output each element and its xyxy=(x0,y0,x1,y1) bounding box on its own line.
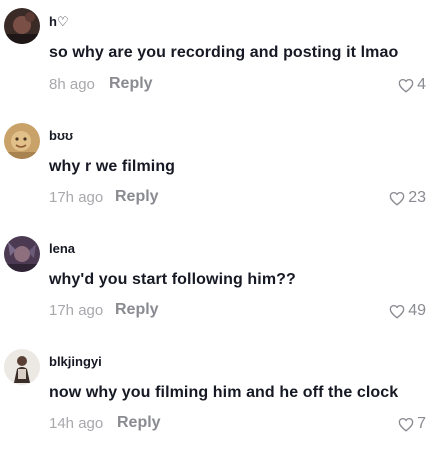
reply-button[interactable]: Reply xyxy=(115,188,159,206)
comment-item: h♡ so why are you recording and posting … xyxy=(0,0,436,112)
comment-item: blkjingyi now why you filming him and he… xyxy=(0,339,436,451)
comment-timestamp: 14h ago xyxy=(49,415,104,432)
like-count: 23 xyxy=(408,189,426,206)
username[interactable]: h♡ xyxy=(49,14,69,30)
heart-outline-icon xyxy=(389,304,405,319)
user-avatar[interactable] xyxy=(4,123,40,159)
comment-text: why r we filming xyxy=(49,158,176,175)
user-avatar-tan-icon xyxy=(4,123,40,159)
heart-outline-icon xyxy=(398,78,414,93)
comment-text: why'd you start following him?? xyxy=(49,271,296,288)
username[interactable]: bʊʊ xyxy=(49,128,73,143)
reply-button[interactable]: Reply xyxy=(115,301,159,319)
user-avatar-light-icon xyxy=(4,349,40,385)
username[interactable]: lena xyxy=(49,241,75,256)
comment-text: so why are you recording and posting it … xyxy=(49,44,399,61)
like-button[interactable]: 23 xyxy=(389,189,426,207)
like-button[interactable]: 7 xyxy=(398,415,426,433)
like-count: 4 xyxy=(417,76,426,93)
heart-outline-icon xyxy=(398,417,414,432)
comment-item: lena why'd you start following him?? 17h… xyxy=(0,226,436,338)
like-button[interactable]: 49 xyxy=(389,302,426,320)
comment-timestamp: 17h ago xyxy=(49,302,104,319)
user-avatar[interactable] xyxy=(4,236,40,272)
user-avatar-purple-icon xyxy=(4,236,40,272)
like-count: 49 xyxy=(408,302,426,319)
heart-outline-icon xyxy=(389,191,405,205)
reply-button[interactable]: Reply xyxy=(117,414,161,432)
comment-timestamp: 17h ago xyxy=(49,189,104,206)
username[interactable]: blkjingyi xyxy=(49,354,102,369)
user-avatar[interactable] xyxy=(4,349,40,385)
comment-timestamp: 8h ago xyxy=(49,76,95,93)
like-count: 7 xyxy=(417,415,426,432)
user-avatar-dark-icon xyxy=(4,8,40,44)
user-avatar[interactable] xyxy=(4,8,40,44)
comment-text: now why you filming him and he off the c… xyxy=(49,384,399,401)
reply-button[interactable]: Reply xyxy=(109,75,153,93)
like-button[interactable]: 4 xyxy=(398,76,426,94)
comment-item: bʊʊ why r we filming 17h ago Reply 23 xyxy=(0,113,436,225)
